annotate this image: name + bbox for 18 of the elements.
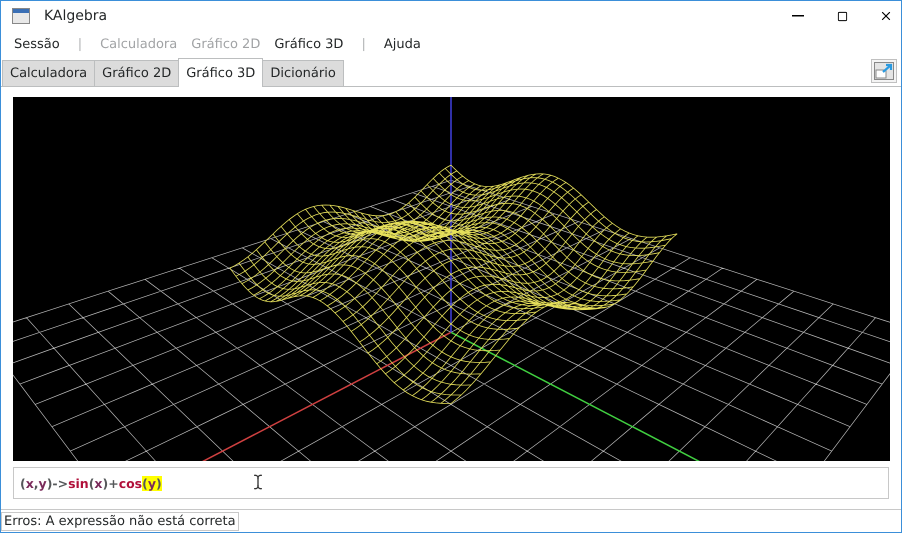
expression-field[interactable]: (x,y)->sin(x)+cos(y) bbox=[13, 467, 889, 500]
status-message: Erros: A expressão não está correta bbox=[1, 512, 239, 531]
function-plot-3d[interactable] bbox=[13, 97, 890, 462]
tab[interactable]: Dicionário bbox=[262, 60, 344, 86]
tab[interactable]: Gráfico 2D bbox=[94, 60, 180, 86]
window-icon bbox=[12, 8, 30, 24]
detach-button[interactable] bbox=[871, 59, 897, 84]
menu-item[interactable]: Gráfico 3D bbox=[267, 34, 350, 56]
menu-separator: | bbox=[76, 37, 84, 52]
menu-item[interactable]: Sessão bbox=[7, 34, 67, 56]
detach-window-icon bbox=[874, 62, 894, 80]
menu-separator: | bbox=[360, 37, 367, 52]
window-title: KAlgebra bbox=[44, 8, 108, 24]
menu-item[interactable]: Ajuda bbox=[376, 34, 428, 56]
maximize-icon bbox=[836, 10, 848, 22]
tab[interactable]: Gráfico 3D bbox=[178, 58, 264, 88]
tab[interactable]: Calculadora bbox=[2, 60, 96, 86]
minimize-icon bbox=[792, 15, 804, 18]
